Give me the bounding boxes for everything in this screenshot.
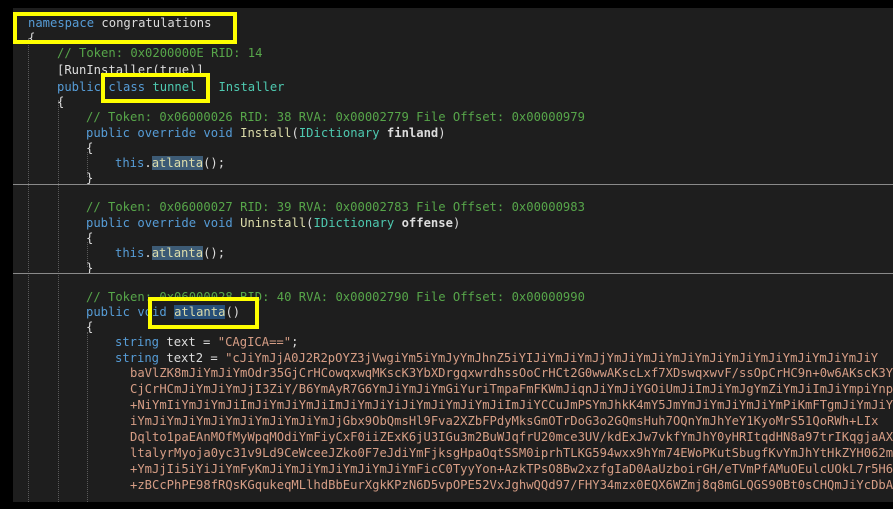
indent-guide <box>58 100 59 502</box>
annotation-box-namespace <box>13 12 237 44</box>
string-continuation-line: ltalyrMyoja0yc31v9Ld9CeWceeJZko0F7eJdiYm… <box>130 445 893 461</box>
method-name-uninstall[interactable]: Uninstall <box>240 216 306 230</box>
string-literal: +YmJjIi5iYiJiYmFyKmJiYmJiYmJiYmJiYmJiYmF… <box>130 462 893 476</box>
string-continuation-line: +YmJjIi5iYiJiYmFyKmJiYmJiYmJiYmJiYmJiYmF… <box>130 461 893 477</box>
string-continuation-line: iYmJiYmJiYmJiYmJiYmJiYmJiYmJjGbx9ObQmsHl… <box>130 413 878 429</box>
method-call-atlanta[interactable]: atlanta <box>151 156 204 170</box>
var-text: text = <box>159 335 218 349</box>
string-continuation-line: +NiYmIiYmJiYmJiImJiYmJiYmJiImJiYmJiYiJiY… <box>130 397 893 413</box>
this-keyword: this <box>115 246 145 260</box>
string-literal: +NiYmIiYmJiYmJiImJiYmJiYmJiImJiYmJiYiJiY… <box>130 398 893 412</box>
indent-guide <box>28 38 29 502</box>
code-line-m2-token: // Token: 0x06000027 RID: 39 RVA: 0x0000… <box>86 199 585 215</box>
param-name: offense <box>401 216 453 230</box>
annotation-box-class <box>101 73 210 103</box>
string-literal: baVlZK8mJiYmJiYmOdr35GjCrHCowqxwqMKscK3Y… <box>130 366 893 380</box>
public-keyword: public <box>86 305 131 319</box>
override-keyword: override <box>137 126 197 140</box>
public-keyword: public <box>86 216 131 230</box>
method-name-install[interactable]: Install <box>240 126 291 140</box>
param-name: finland <box>386 126 439 140</box>
type-link[interactable]: IDictionary <box>299 126 380 140</box>
open-brace: { <box>86 231 94 245</box>
method-separator <box>13 273 893 274</box>
string-literal: +zBCcPhPE98fRQsKGqukeqMLlhdBbEurXgkKPzN6… <box>130 478 893 492</box>
string-continuation-line: baVlZK8mJiYmJiYmOdr35GjCrHCowqxwqMKscK3Y… <box>130 365 893 381</box>
code-line-m1-token: // Token: 0x06000026 RID: 38 RVA: 0x0000… <box>86 109 585 125</box>
this-keyword: this <box>115 156 145 170</box>
indent-guide <box>87 332 88 502</box>
open-brace: { <box>86 320 94 334</box>
string-keyword: string <box>115 351 160 365</box>
code-line-class-token: // Token: 0x0200000E RID: 14 <box>57 45 262 61</box>
code-line-m2-call: this.atlanta(); <box>115 246 226 260</box>
void-keyword: void <box>203 216 233 230</box>
call-suffix: (); <box>203 156 226 170</box>
code-line-m1-call: this.atlanta(); <box>115 156 226 170</box>
string-keyword: string <box>115 335 160 349</box>
code-line-brace: { <box>86 319 93 335</box>
string-literal: "cJiYmJjA0J2R2pOYZ3jVwgiYm5iYmJyYmJhnZ5i… <box>225 351 879 365</box>
call-suffix: (); <box>203 246 226 260</box>
annotation-box-method <box>148 297 259 329</box>
method-call-atlanta[interactable]: atlanta <box>151 246 204 260</box>
code-line-brace: { <box>57 94 64 110</box>
token-comment: // Token: 0x0200000E RID: 14 <box>57 46 263 60</box>
open-brace: { <box>86 141 94 155</box>
var-text2: text2 = <box>159 351 226 365</box>
code-line-brace: { <box>86 140 93 156</box>
base-class-link[interactable]: Installer <box>218 80 284 94</box>
code-line-text2: string text2 = "cJiYmJjA0J2R2pOYZ3jVwgiY… <box>115 350 878 366</box>
string-literal: iYmJiYmJiYmJiYmJiYmJiYmJiYmJjGbx9ObQmsHl… <box>130 414 879 428</box>
string-literal: Dqlto1paEAnMOfMyWpqMOdiYmFiyCxF0iiZExK6j… <box>130 430 893 444</box>
token-comment: // Token: 0x06000027 RID: 39 RVA: 0x0000… <box>86 200 585 214</box>
string-literal: "CAgICA==" <box>217 335 292 349</box>
override-keyword: override <box>137 216 197 230</box>
void-keyword: void <box>203 126 233 140</box>
token-comment: // Token: 0x06000026 RID: 38 RVA: 0x0000… <box>86 110 585 124</box>
public-keyword: public <box>57 80 102 94</box>
code-line-m1-decl: public override void Install(IDictionary… <box>86 126 446 140</box>
public-keyword: public <box>86 126 131 140</box>
string-literal: ltalyrMyoja0yc31v9Ld9CeWceeJZko0F7eJdiYm… <box>130 446 893 460</box>
string-continuation-line: +zBCcPhPE98fRQsKGqukeqMLlhdBbEurXgkKPzN6… <box>130 477 893 493</box>
open-brace: { <box>57 95 65 109</box>
type-link[interactable]: IDictionary <box>314 216 395 230</box>
code-line-text: string text = "CAgICA=="; <box>115 335 299 349</box>
code-line-m2-decl: public override void Uninstall(IDictiona… <box>86 216 461 230</box>
string-literal: CjCrHCmJiYmJiYmJjI3ZiY/B6YmAyR7G6YmJiYmJ… <box>130 382 893 396</box>
code-line-brace: { <box>86 230 93 246</box>
string-continuation-line: Dqlto1paEAnMOfMyWpqMOdiYmFiyCxF0iiZExK6j… <box>130 429 893 445</box>
method-separator <box>13 184 893 185</box>
close-brace: } <box>86 171 94 185</box>
string-continuation-line: CjCrHCmJiYmJiYmJjI3ZiY/B6YmAyR7G6YmJiYmJ… <box>130 381 893 397</box>
